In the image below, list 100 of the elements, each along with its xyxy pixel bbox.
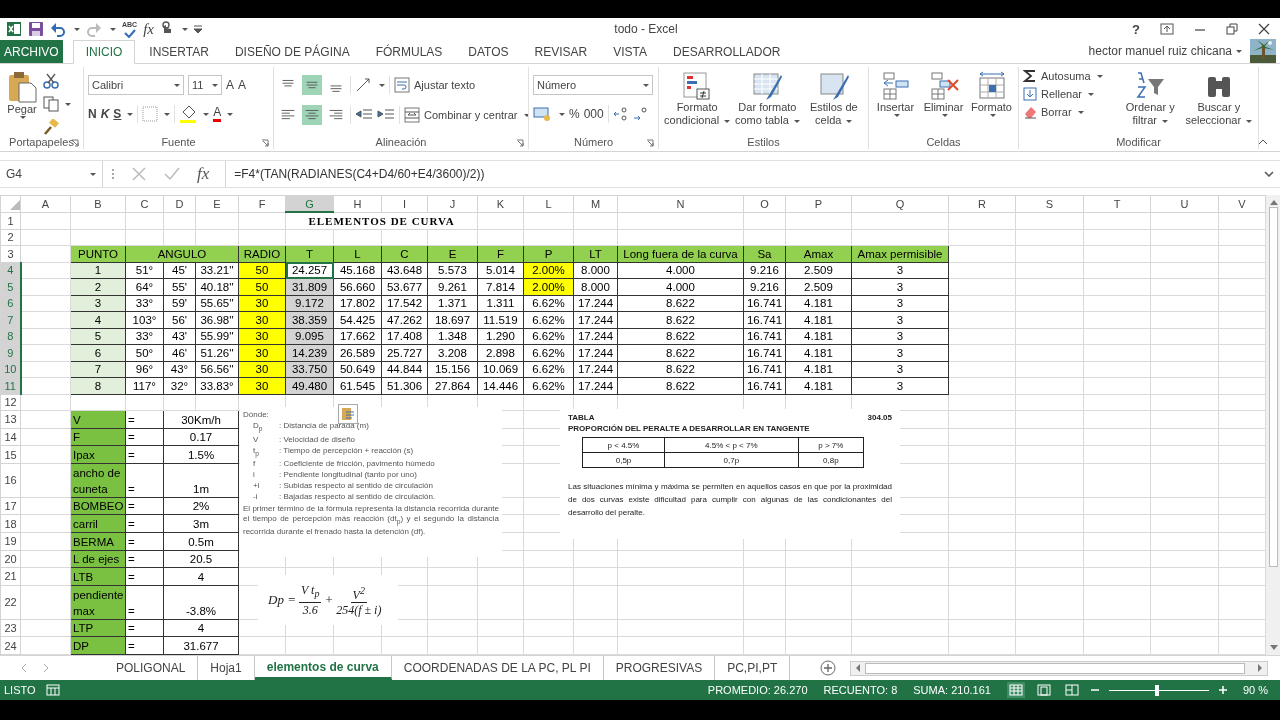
column-header[interactable]: S — [1015, 195, 1084, 212]
column-header[interactable]: E — [195, 195, 239, 212]
customize-icon[interactable] — [194, 25, 202, 33]
column-header[interactable]: I — [381, 195, 428, 212]
column-header[interactable]: H — [333, 195, 382, 212]
delete-cells-button[interactable]: Eliminar — [921, 69, 966, 117]
column-header[interactable]: T — [1083, 195, 1151, 212]
column-header[interactable]: V — [1218, 195, 1266, 212]
grow-font-button[interactable]: A — [226, 78, 234, 92]
row-header[interactable]: 22 — [0, 585, 21, 620]
ribbon-tab[interactable]: VISTA — [601, 40, 660, 63]
conditional-format-button[interactable]: Formato condicional — [663, 69, 732, 127]
format-cells-button[interactable]: Formato — [969, 69, 1014, 117]
paste-button[interactable]: Pegar — [4, 69, 40, 119]
file-tab[interactable]: ARCHIVO — [0, 40, 63, 63]
expand-icon[interactable] — [1264, 171, 1274, 177]
align-center-icon[interactable] — [302, 105, 322, 125]
bold-button[interactable]: N — [88, 107, 97, 121]
column-header[interactable]: M — [573, 195, 618, 212]
undo-icon[interactable] — [50, 21, 66, 37]
vertical-scrollbar[interactable] — [1266, 195, 1280, 655]
column-header[interactable]: P — [785, 195, 852, 212]
formula-field[interactable]: =F4*(TAN(RADIANES(C4+D4/60+E4/3600)/2)) — [225, 161, 1256, 187]
column-header[interactable]: B — [70, 195, 126, 212]
currency-icon[interactable] — [533, 106, 553, 122]
user-name[interactable]: hector manuel ruiz chicana — [1088, 44, 1232, 58]
column-header[interactable]: D — [163, 195, 196, 212]
dialog-launcher-icon[interactable] — [646, 139, 654, 147]
ribbon-tab[interactable]: INICIO — [72, 40, 136, 64]
dialog-launcher-icon[interactable] — [516, 139, 524, 147]
column-header[interactable]: J — [427, 195, 478, 212]
fill-color-icon[interactable] — [179, 105, 198, 123]
find-select-button[interactable]: Buscar y seleccionar — [1183, 69, 1254, 127]
column-header[interactable]: U — [1150, 195, 1219, 212]
insert-function-button[interactable]: fx — [197, 164, 210, 184]
add-sheet-icon[interactable] — [820, 660, 837, 676]
sort-filter-button[interactable]: Ordenar y filtrar — [1119, 69, 1181, 127]
column-header[interactable]: L — [523, 195, 574, 212]
thousands-button[interactable]: 000 — [583, 107, 604, 121]
ribbon-display-icon[interactable] — [1160, 23, 1174, 35]
column-header[interactable]: A — [20, 195, 71, 212]
scissors-icon[interactable] — [43, 73, 59, 89]
name-box[interactable]: G4 — [0, 161, 103, 187]
row-header[interactable]: 16 — [0, 463, 21, 498]
page-layout-icon[interactable] — [1034, 682, 1053, 698]
number-format-field[interactable]: Número — [533, 75, 653, 95]
dialog-launcher-icon[interactable] — [261, 139, 269, 147]
zoom-level[interactable]: 90 % — [1242, 684, 1268, 696]
help-button[interactable]: ? — [1132, 21, 1140, 37]
text-orientation-icon[interactable] — [355, 77, 373, 93]
percent-button[interactable]: % — [569, 107, 580, 121]
column-header[interactable]: N — [617, 195, 744, 212]
ribbon-tab[interactable]: DESARROLLADOR — [661, 40, 793, 63]
collapse-ribbon-icon[interactable] — [1258, 139, 1268, 145]
normal-view-icon[interactable] — [1006, 682, 1025, 698]
cell-styles-button[interactable]: Estilos de celda — [803, 69, 864, 127]
close-icon[interactable] — [1258, 23, 1270, 35]
fill-button[interactable]: Rellenar — [1023, 87, 1117, 101]
column-header[interactable]: G — [285, 195, 334, 212]
decrease-decimal-icon[interactable] — [632, 106, 649, 122]
column-header[interactable]: R — [948, 195, 1016, 212]
zoom-out-icon[interactable] — [1090, 686, 1099, 694]
copy-icon[interactable] — [43, 96, 59, 112]
wrap-text-button[interactable]: Ajustar texto — [394, 77, 476, 93]
column-header[interactable]: Q — [851, 195, 949, 212]
zoom-in-icon[interactable] — [1218, 686, 1227, 694]
merge-center-button[interactable]: Combinar y centrar — [404, 107, 528, 123]
ribbon-tab[interactable]: DISEÑO DE PÁGINA — [222, 40, 362, 63]
function-button[interactable]: fx — [143, 21, 154, 37]
font-size-field[interactable]: 11 — [188, 75, 222, 95]
underline-button[interactable]: S — [113, 107, 122, 121]
column-header[interactable]: O — [743, 195, 786, 212]
format-painter-icon[interactable] — [43, 119, 59, 135]
font-color-button[interactable]: A — [213, 106, 222, 122]
column-header[interactable]: C — [125, 195, 164, 212]
zoom-slider-thumb[interactable] — [1154, 684, 1159, 696]
save-icon[interactable] — [28, 21, 44, 37]
middle-align-icon[interactable] — [302, 75, 322, 95]
next-sheet-icon[interactable] — [42, 663, 50, 673]
clear-button[interactable]: Borrar — [1023, 105, 1117, 119]
macro-record-icon[interactable] — [45, 684, 60, 696]
shrink-font-button[interactable]: A — [238, 78, 247, 92]
ribbon-tab[interactable]: FÓRMULAS — [363, 40, 455, 63]
autosum-button[interactable]: Autosuma — [1023, 69, 1117, 83]
italic-button[interactable]: K — [100, 107, 110, 121]
paste-options-icon[interactable] — [338, 404, 358, 424]
previous-sheet-icon[interactable] — [20, 663, 28, 673]
restore-icon[interactable] — [1226, 23, 1238, 35]
sheet-tab[interactable]: elementos de curva — [254, 656, 392, 680]
format-as-table-button[interactable]: Dar formato como tabla — [734, 69, 801, 127]
column-header[interactable]: K — [477, 195, 524, 212]
page-break-icon[interactable] — [1062, 682, 1081, 698]
ribbon-tab[interactable]: REVISAR — [522, 40, 600, 63]
insert-cells-button[interactable]: Insertar — [873, 69, 918, 117]
column-header[interactable]: F — [238, 195, 286, 212]
ribbon-tab[interactable]: DATOS — [456, 40, 521, 63]
horizontal-scrollbar[interactable] — [850, 660, 1268, 676]
ribbon-tab[interactable]: INSERTAR — [137, 40, 221, 63]
increase-decimal-icon[interactable] — [612, 106, 629, 122]
font-name-field[interactable]: Calibri — [88, 75, 184, 95]
